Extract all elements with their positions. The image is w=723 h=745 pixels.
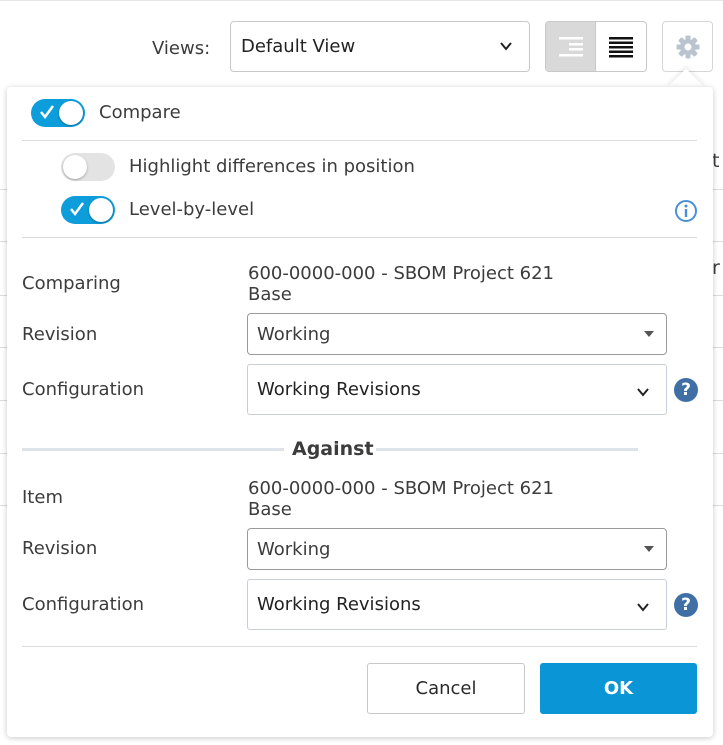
caret-down-icon (644, 331, 654, 337)
compare-label: Compare (99, 102, 181, 123)
info-icon[interactable] (674, 199, 698, 223)
help-icon[interactable]: ? (674, 378, 698, 402)
comparing-revision-select[interactable]: Working (247, 313, 667, 355)
page-top-border (0, 0, 723, 1)
views-selected-value: Default View (241, 36, 356, 57)
check-icon (70, 202, 85, 217)
against-divider-left (22, 448, 284, 451)
flat-list-icon (609, 36, 633, 57)
views-label: Views: (152, 38, 211, 59)
divider (22, 237, 697, 238)
comparing-label: Comparing (22, 273, 121, 294)
against-item-value: 600-0000-000 - SBOM Project 621 Base (248, 478, 554, 520)
against-heading: Against (292, 438, 374, 460)
indented-list-icon (558, 36, 583, 56)
against-revision-select[interactable]: Working (247, 528, 667, 570)
comparing-configuration-label: Configuration (22, 379, 145, 400)
footer-divider (22, 646, 697, 647)
help-icon[interactable]: ? (674, 593, 698, 617)
check-icon (40, 105, 55, 120)
level-by-level-toggle[interactable] (61, 196, 115, 224)
flat-view-button[interactable] (596, 22, 646, 71)
level-by-level-label: Level-by-level (129, 199, 255, 220)
ok-button[interactable]: OK (540, 663, 697, 714)
comparing-revision-label: Revision (22, 324, 98, 345)
background-cell-text: i (0, 150, 1, 172)
view-mode-toggle-group (545, 21, 647, 72)
against-item-label: Item (22, 487, 63, 508)
cancel-button[interactable]: Cancel (367, 663, 525, 714)
highlight-position-toggle[interactable] (61, 153, 115, 181)
against-configuration-label: Configuration (22, 594, 145, 615)
compare-toggle[interactable] (31, 99, 85, 127)
background-cell-text: t (712, 150, 720, 172)
indented-view-button[interactable] (546, 22, 596, 71)
chevron-down-icon (637, 603, 649, 612)
settings-button[interactable] (662, 21, 713, 72)
comparing-item-value: 600-0000-000 - SBOM Project 621 Base (248, 263, 554, 305)
comparing-configuration-select[interactable]: Working Revisions (247, 364, 667, 415)
against-revision-label: Revision (22, 538, 98, 559)
chevron-down-icon (500, 42, 512, 51)
divider (22, 140, 697, 141)
against-configuration-select[interactable]: Working Revisions (247, 579, 667, 630)
gear-icon (676, 35, 699, 58)
highlight-position-label: Highlight differences in position (129, 156, 415, 177)
caret-down-icon (644, 546, 654, 552)
chevron-down-icon (637, 388, 649, 397)
views-dropdown[interactable]: Default View (230, 21, 530, 72)
background-cell-text: r (712, 257, 720, 279)
against-divider-right (376, 448, 638, 451)
